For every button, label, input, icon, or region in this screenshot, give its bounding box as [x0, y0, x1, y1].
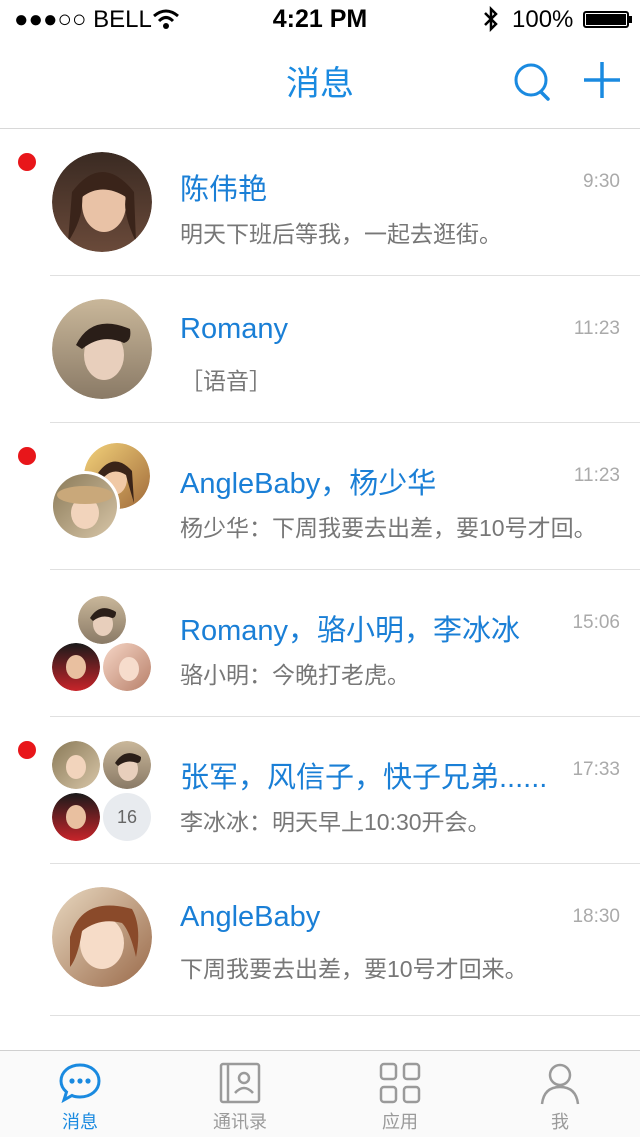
tab-label: 应用	[382, 1112, 418, 1132]
battery-percent: 100%	[512, 6, 574, 33]
contact-name: AngleBaby	[180, 901, 321, 933]
apps-grid-icon	[379, 1062, 421, 1104]
message-time: 18:30	[572, 906, 620, 927]
avatar	[103, 643, 151, 691]
battery-tip	[629, 16, 632, 23]
avatar	[50, 471, 120, 541]
tab-messages[interactable]: 消息	[0, 1051, 160, 1137]
tab-label: 消息	[62, 1112, 98, 1132]
avatar	[78, 596, 126, 644]
unread-dot	[18, 447, 36, 465]
avatar	[52, 152, 152, 252]
chat-bubble-icon	[59, 1063, 101, 1104]
tab-bar: 消息 通讯录 应用 我	[0, 1050, 640, 1137]
conversation-row[interactable]: 陈伟艳 明天下班后等我，一起去逛街。 9:30	[0, 129, 640, 276]
message-time: 17:33	[572, 759, 620, 780]
conversation-row[interactable]: Romany，骆小明，李冰冰 骆小明：今晚打老虎。 15:06	[0, 570, 640, 717]
row-divider	[50, 1015, 640, 1016]
message-time: 11:23	[573, 465, 620, 486]
member-count: 16	[116, 807, 138, 827]
message-time: 15:06	[572, 612, 620, 633]
status-bar: ●●●○○ BELL 4:21 PM 100%	[0, 0, 640, 40]
message-preview: 明天下班后等我，一起去逛街。	[180, 221, 502, 247]
message-time: 11:23	[573, 318, 620, 339]
message-preview: 李冰冰：明天早上10:30开会。	[180, 809, 491, 835]
contact-name: Romany	[180, 313, 288, 345]
avatar	[52, 299, 152, 399]
contact-name: 张军，风信子，快子兄弟......	[180, 762, 548, 794]
nav-bar: 消息	[0, 40, 640, 129]
conversation-row[interactable]: Romany ［语音］ 11:23	[0, 276, 640, 423]
message-preview: 杨少华：下周我要去出差，要10号才回。	[180, 515, 597, 541]
tab-label: 通讯录	[213, 1112, 267, 1132]
conversation-row[interactable]: AngleBaby，杨少华 杨少华：下周我要去出差，要10号才回。 11:23	[0, 423, 640, 570]
tab-apps[interactable]: 应用	[320, 1051, 480, 1137]
unread-dot	[18, 741, 36, 759]
avatar	[52, 741, 100, 789]
avatar	[52, 887, 152, 987]
avatar	[52, 793, 100, 841]
contact-name: AngleBaby，杨少华	[180, 468, 437, 500]
unread-dot	[18, 153, 36, 171]
message-preview: 下周我要去出差，要10号才回来。	[180, 956, 528, 982]
bluetooth-icon	[484, 6, 498, 32]
message-preview: 骆小明：今晚打老虎。	[180, 662, 410, 688]
message-preview: ［语音］	[180, 368, 272, 394]
battery-icon	[583, 11, 629, 28]
search-icon[interactable]	[510, 58, 558, 106]
contact-name: Romany，骆小明，李冰冰	[180, 615, 520, 647]
tab-contacts[interactable]: 通讯录	[160, 1051, 320, 1137]
add-icon[interactable]	[578, 58, 626, 106]
avatar	[103, 741, 151, 789]
member-count-badge: 16	[103, 793, 151, 841]
contacts-icon	[219, 1062, 261, 1104]
contact-name: 陈伟艳	[180, 174, 268, 206]
conversation-row[interactable]: AngleBaby 下周我要去出差，要10号才回来。 18:30	[0, 864, 640, 1016]
person-icon	[540, 1063, 580, 1105]
conversation-list: 陈伟艳 明天下班后等我，一起去逛街。 9:30 Romany ［语音］ 11:2…	[0, 129, 640, 1016]
avatar	[52, 643, 100, 691]
conversation-row[interactable]: 16 张军，风信子，快子兄弟...... 李冰冰：明天早上10:30开会。 17…	[0, 717, 640, 864]
message-time: 9:30	[583, 171, 620, 192]
tab-me[interactable]: 我	[480, 1051, 640, 1137]
tab-label: 我	[551, 1112, 569, 1132]
